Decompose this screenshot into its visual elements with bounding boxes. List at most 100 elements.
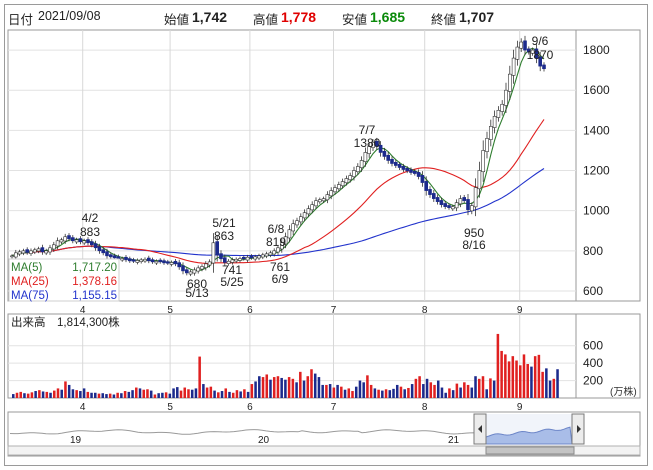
annotation-value: 950	[464, 226, 484, 240]
annotation-value: 883	[80, 225, 100, 239]
volume-bar-up	[56, 388, 60, 398]
candle-up	[333, 187, 337, 193]
price-tick-label: 600	[583, 284, 603, 298]
volume-bar-down	[101, 393, 104, 398]
volume-month-tick-label: 7	[331, 402, 337, 413]
volume-bar-up	[448, 388, 451, 398]
volume-bar-down	[485, 389, 488, 398]
candle-up	[188, 271, 193, 275]
volume-bar-up	[369, 384, 373, 398]
annotation-value: 1380	[354, 136, 381, 150]
volume-bar-up	[407, 387, 410, 398]
candle-down	[424, 181, 429, 191]
candle-down	[223, 257, 227, 263]
volume-bar-down	[328, 384, 332, 398]
volume-bar-down	[246, 391, 250, 398]
overview-scrollbar-thumb[interactable]	[485, 446, 575, 455]
volume-bar-down	[82, 388, 86, 398]
candle-up	[363, 152, 368, 162]
volume-bar-up	[414, 378, 418, 398]
overview-left-handle[interactable]	[473, 413, 487, 445]
candle-up	[204, 263, 208, 268]
volume-bar-down	[403, 389, 406, 398]
month-tick-label: 8	[422, 305, 428, 316]
candle-up	[477, 170, 482, 190]
volume-bar-up	[541, 371, 544, 398]
candle-down	[409, 169, 413, 173]
volume-bar-up	[515, 360, 518, 398]
candle-up	[458, 198, 463, 205]
volume-bar-down	[258, 376, 261, 398]
candle-up	[348, 175, 353, 181]
volume-bar-up	[26, 393, 30, 398]
volume-bar-down	[157, 393, 160, 398]
volume-bar-down	[228, 391, 231, 398]
volume-bar-up	[399, 386, 403, 398]
candle-up	[325, 194, 330, 201]
candle-up	[21, 250, 26, 254]
volume-bar-down	[254, 381, 257, 398]
candle-down	[405, 168, 410, 172]
candle-up	[192, 269, 197, 274]
candle-up	[485, 138, 489, 152]
candle-up	[511, 57, 516, 76]
volume-bar-up	[209, 386, 213, 398]
candle-down	[542, 64, 546, 70]
volume-bar-down	[284, 379, 287, 398]
annotation-date: 9/6	[532, 34, 549, 48]
candle-up	[469, 205, 474, 212]
annotation-value: 680	[187, 277, 207, 291]
overview-right-handle[interactable]	[571, 413, 585, 445]
volume-bar-down	[317, 377, 321, 398]
volume-bar-up	[142, 389, 146, 398]
volume-bar-down	[60, 389, 63, 398]
candle-down	[443, 203, 448, 207]
volume-bar-up	[19, 391, 22, 398]
volume-bar-up	[291, 378, 295, 398]
volume-bar-up	[38, 390, 41, 398]
volume-bar-up	[108, 393, 112, 398]
candle-up	[359, 160, 364, 169]
ma-legend: MA(5) 1,717.20 MA(25) 1,378.16 MA(75) 1,…	[8, 258, 120, 302]
volume-bar-down	[71, 389, 75, 398]
volume-bar-up	[332, 387, 336, 398]
volume-bar-up	[500, 350, 503, 398]
volume-bar-down	[94, 392, 97, 398]
volume-bar-down	[34, 391, 37, 398]
candle-down	[147, 257, 151, 262]
volume-bar-up	[351, 391, 354, 398]
candle-up	[55, 240, 60, 247]
volume-bar-up	[64, 381, 67, 398]
candle-down	[412, 171, 417, 174]
volume-bar-up	[224, 388, 228, 398]
volume-bar-up	[366, 375, 369, 398]
overview-year-20: 20	[258, 435, 270, 446]
volume-bar-down	[444, 392, 447, 398]
volume-month-tick-label: 9	[517, 402, 523, 413]
volume-bar-down	[149, 390, 153, 398]
candle-up	[234, 258, 238, 262]
volume-bar-up	[116, 392, 119, 398]
volume-bar-down	[470, 387, 474, 398]
volume-bar-down	[545, 368, 548, 398]
volume-bar-up	[265, 374, 269, 398]
volume-bar-up	[384, 389, 388, 398]
volume-bar-down	[239, 391, 242, 398]
volume-bar-up	[75, 390, 78, 398]
volume-bar-up	[183, 387, 187, 398]
candle-down	[447, 205, 451, 208]
volume-bar-up	[347, 388, 351, 398]
volume-bar-up	[205, 387, 209, 398]
volume-bar-down	[395, 384, 399, 398]
price-tick-label: 1800	[583, 43, 610, 57]
candle-up	[32, 249, 37, 253]
candle-down	[162, 260, 166, 264]
volume-month-tick-label: 6	[247, 402, 253, 413]
volume-bar-up	[97, 393, 101, 398]
volume-bar-down	[313, 373, 317, 398]
candle-down	[462, 197, 467, 201]
candle-up	[17, 251, 22, 255]
volume-bar-up	[526, 364, 529, 398]
candle-up	[295, 220, 299, 226]
candle-up	[48, 247, 52, 253]
